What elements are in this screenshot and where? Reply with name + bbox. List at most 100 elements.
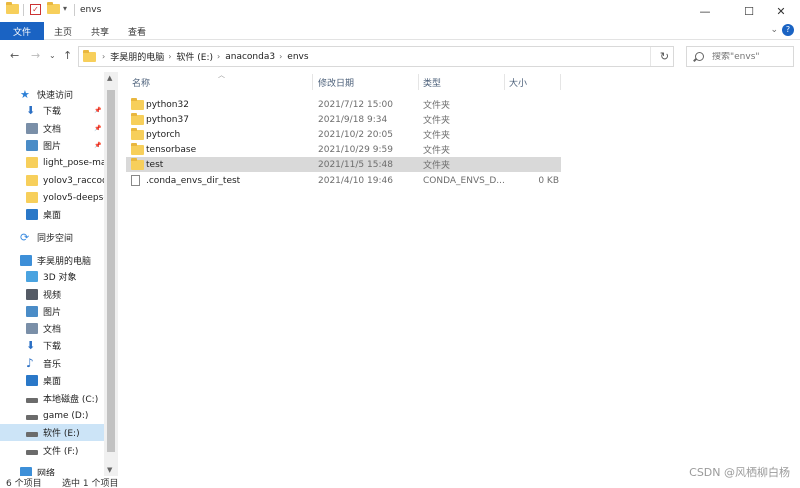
address-bar[interactable]: › 李昊朋的电脑 › 软件 (E:) › anaconda3 › envs ⌄ (78, 46, 742, 67)
column-divider[interactable] (418, 74, 419, 90)
file-row[interactable]: test 2021/11/5 15:48 文件夹 (126, 157, 561, 172)
download-icon: ⬇ (26, 339, 36, 352)
drive-icon (26, 450, 38, 455)
sidebar-item[interactable]: 桌面 (0, 206, 104, 223)
sidebar-item[interactable]: 3D 对象 (0, 268, 104, 285)
refresh-button[interactable]: ↻ (650, 47, 678, 66)
quick-access-dropdown-icon[interactable]: ▾ (63, 4, 67, 18)
chevron-right-icon[interactable]: › (217, 52, 220, 61)
drive-icon (26, 415, 38, 420)
music-icon: ♪ (26, 356, 34, 370)
sidebar-scrollbar[interactable]: ▲ ▼ (104, 72, 118, 476)
sidebar-item[interactable]: ⬇ 下载 (0, 337, 104, 354)
divider (23, 4, 24, 16)
breadcrumb-drive[interactable]: 软件 (E:) (176, 50, 213, 63)
sidebar-item[interactable]: ⬇ 下载 📌 (0, 102, 104, 119)
chevron-right-icon[interactable]: › (279, 52, 282, 61)
network-icon (20, 467, 32, 476)
sidebar-item-label: 文档 (43, 325, 62, 335)
sidebar-item-label: 图片 (43, 308, 62, 318)
file-name: python37 (146, 114, 189, 125)
sidebar-item[interactable]: 桌面 (0, 372, 104, 389)
tab-share[interactable]: 共享 (91, 25, 109, 38)
sidebar-item[interactable]: 文档 📌 (0, 120, 104, 137)
column-header-size[interactable]: 大小 (509, 74, 527, 90)
sidebar-item[interactable]: 本地磁盘 (C:) (0, 390, 104, 407)
expand-ribbon-icon[interactable]: ⌄ (770, 25, 778, 35)
sidebar-item[interactable]: ⟳ 同步空间 (0, 229, 104, 246)
sidebar-item-label: 图片 (43, 142, 62, 152)
file-type: 文件夹 (423, 101, 451, 111)
sort-ascending-icon: ︿ (218, 71, 225, 79)
file-type: 文件夹 (423, 146, 451, 156)
breadcrumb-envs[interactable]: envs (287, 52, 308, 62)
file-row[interactable]: python32 2021/7/12 15:00 文件夹 (126, 97, 561, 112)
forward-arrow-icon[interactable]: → (31, 49, 40, 62)
scroll-down-icon[interactable]: ▼ (107, 466, 112, 474)
column-divider[interactable] (560, 74, 561, 90)
sidebar-item[interactable]: ♪ 音乐 (0, 355, 104, 372)
folder-icon (6, 2, 19, 18)
sidebar-item-label: yolov3_raccoor (43, 175, 104, 186)
close-button[interactable]: ✕ (762, 0, 800, 22)
breadcrumb-anaconda3[interactable]: anaconda3 (225, 52, 275, 62)
search-icon (695, 52, 704, 61)
navigation-pane: ★快速访问⬇下载📌文档📌图片📌light_pose-mas yolov3_racc… (0, 72, 118, 476)
chevron-right-icon[interactable]: › (102, 52, 105, 61)
file-row[interactable]: pytorch 2021/10/2 20:05 文件夹 (126, 127, 561, 142)
minimize-button[interactable]: — (686, 0, 724, 22)
column-divider[interactable] (504, 74, 505, 90)
sidebar-item[interactable]: light_pose-mas (0, 154, 104, 171)
file-type: 文件夹 (423, 131, 451, 141)
sidebar-item[interactable]: 软件 (E:) (0, 424, 104, 441)
file-name: python32 (146, 99, 189, 110)
column-header-date[interactable]: 修改日期 (318, 74, 354, 90)
tab-file[interactable]: 文件 (0, 22, 44, 40)
sidebar-item[interactable]: ★ 快速访问 (0, 86, 104, 103)
title-bar: ✓ ▾ envs — ☐ ✕ (0, 0, 800, 22)
file-type: 文件夹 (423, 161, 451, 171)
sidebar-item-label: 下载 (43, 342, 62, 352)
sidebar-item[interactable]: yolov3_raccoor (0, 172, 104, 189)
file-list: ︿ 名称 修改日期 类型 大小 python32 2021/7/12 15:00 文… (118, 71, 800, 476)
breadcrumb-computer[interactable]: 李昊朋的电脑 (110, 50, 164, 63)
back-arrow-icon[interactable]: ← (10, 49, 19, 62)
column-divider[interactable] (312, 74, 313, 90)
search-input[interactable] (712, 51, 792, 62)
properties-icon[interactable]: ✓ (30, 4, 41, 15)
chevron-right-icon[interactable]: › (168, 52, 171, 61)
sync-icon: ⟳ (20, 231, 30, 244)
star-icon: ★ (20, 88, 30, 101)
scroll-up-icon[interactable]: ▲ (107, 74, 112, 82)
scrollbar-thumb[interactable] (107, 90, 115, 452)
recent-locations-icon[interactable]: ⌄ (49, 51, 56, 60)
ribbon: 文件 主页 共享 查看 ⌄ ? (0, 22, 800, 40)
new-folder-icon[interactable] (47, 2, 60, 18)
search-box[interactable] (686, 46, 794, 67)
pictures-icon (26, 306, 38, 317)
sidebar-item[interactable]: 李昊朋的电脑 (0, 252, 104, 269)
tab-home[interactable]: 主页 (54, 25, 72, 38)
file-row[interactable]: tensorbase 2021/10/29 9:59 文件夹 (126, 142, 561, 157)
sidebar-item-label: 文件 (F:) (43, 447, 79, 457)
file-row[interactable]: .conda_envs_dir_test 2021/4/10 19:46 CONDA… (126, 173, 561, 188)
download-icon: ⬇ (26, 104, 36, 117)
file-date: 2021/7/12 15:00 (318, 99, 393, 110)
sidebar-item[interactable]: 文档 (0, 320, 104, 337)
tab-view[interactable]: 查看 (128, 25, 146, 38)
sidebar-item[interactable]: 文件 (F:) (0, 442, 104, 459)
desktop-icon (26, 209, 38, 220)
sidebar-item[interactable]: game (D:) (0, 407, 104, 424)
sidebar-item[interactable]: 图片 📌 (0, 137, 104, 154)
sidebar-item[interactable]: 图片 (0, 303, 104, 320)
file-row[interactable]: python37 2021/9/18 9:34 文件夹 (126, 112, 561, 127)
up-arrow-icon[interactable]: ↑ (63, 49, 72, 62)
column-header-type[interactable]: 类型 (423, 74, 441, 90)
sidebar-item[interactable]: yolov5-deepso (0, 189, 104, 206)
help-icon[interactable]: ? (782, 24, 794, 36)
column-header-name[interactable]: 名称 (132, 74, 150, 90)
sidebar-item[interactable]: 视频 (0, 286, 104, 303)
drive-icon (26, 432, 38, 437)
sidebar-item[interactable]: 网络 (0, 464, 104, 476)
file-type: 文件夹 (423, 116, 451, 126)
